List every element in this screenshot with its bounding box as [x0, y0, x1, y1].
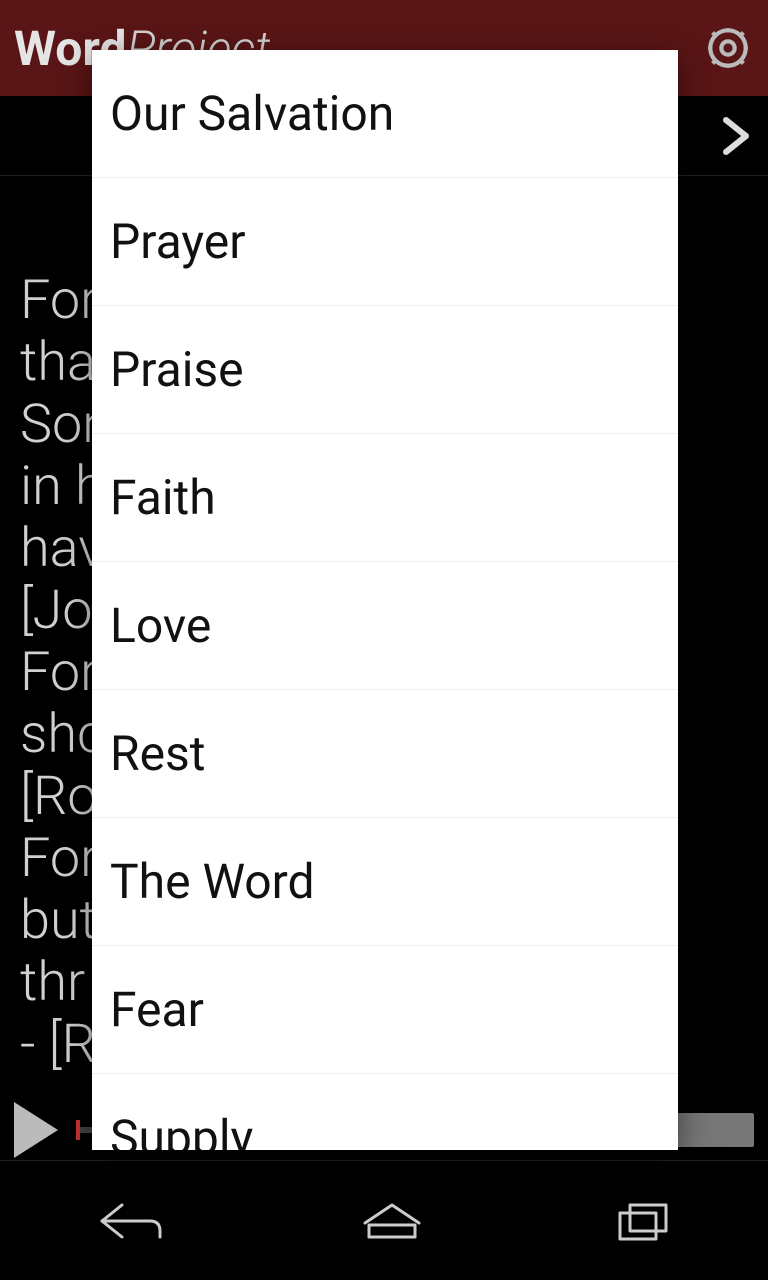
back-icon — [94, 1197, 172, 1245]
gear-icon — [703, 23, 753, 73]
chevron-right-icon — [710, 107, 758, 165]
modal-item-praise[interactable]: Praise — [92, 306, 678, 434]
recent-apps-button[interactable] — [612, 1197, 674, 1245]
home-button[interactable] — [359, 1197, 425, 1245]
play-button[interactable] — [14, 1102, 58, 1158]
system-nav-bar — [0, 1160, 768, 1280]
modal-item-label: The Word — [110, 853, 315, 910]
modal-item-the-word[interactable]: The Word — [92, 818, 678, 946]
modal-item-fear[interactable]: Fear — [92, 946, 678, 1074]
seek-thumb[interactable] — [76, 1120, 80, 1140]
modal-item-label: Faith — [110, 469, 216, 526]
modal-item-label: Supply — [110, 1109, 253, 1150]
home-icon — [359, 1197, 425, 1245]
modal-item-prayer[interactable]: Prayer — [92, 178, 678, 306]
modal-item-label: Praise — [110, 341, 244, 398]
modal-item-supply[interactable]: Supply — [92, 1074, 678, 1150]
modal-item-our-salvation[interactable]: Our Salvation — [92, 50, 678, 178]
modal-item-faith[interactable]: Faith — [92, 434, 678, 562]
modal-item-rest[interactable]: Rest — [92, 690, 678, 818]
back-button[interactable] — [94, 1197, 172, 1245]
settings-button[interactable] — [702, 22, 754, 74]
modal-item-label: Our Salvation — [110, 85, 394, 142]
next-button[interactable] — [710, 107, 758, 165]
modal-item-label: Prayer — [110, 213, 246, 270]
seek-end-block — [674, 1113, 754, 1147]
topic-picker-modal: Our Salvation Prayer Praise Faith Love R… — [92, 50, 678, 1150]
modal-item-label: Love — [110, 597, 211, 654]
modal-item-label: Rest — [110, 725, 206, 782]
recent-apps-icon — [612, 1197, 674, 1245]
modal-item-love[interactable]: Love — [92, 562, 678, 690]
modal-item-label: Fear — [110, 981, 204, 1038]
